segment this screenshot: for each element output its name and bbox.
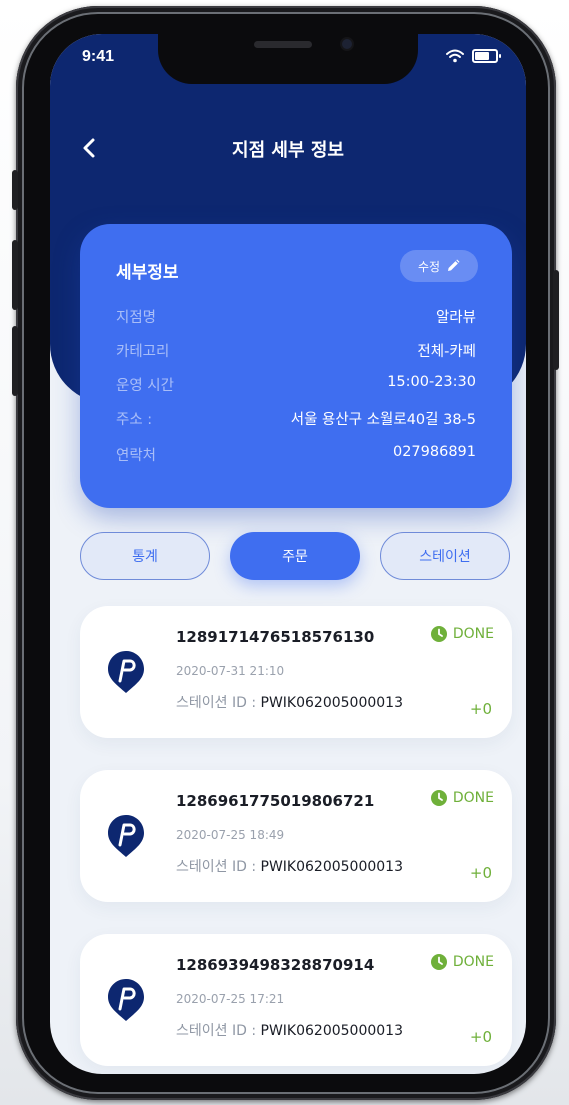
station-id: PWIK062005000013 (260, 1023, 403, 1039)
edit-button-label: 수정 (417, 259, 441, 274)
page-title: 지점 세부 정보 (232, 140, 344, 161)
status-text: DONE (452, 954, 494, 970)
order-status: DONE (430, 626, 494, 642)
station-id: PWIK062005000013 (260, 859, 403, 875)
order-card[interactable]: 1286961775019806721 2020-07-25 18:49 스테이… (80, 770, 512, 902)
segment-tabs: 통계 주문 스테이션 (80, 532, 512, 582)
clock-icon (430, 954, 447, 970)
order-id: 1286939498328870914 (176, 956, 375, 974)
edit-button[interactable]: 수정 (400, 250, 478, 282)
phone-side-button (12, 170, 18, 210)
pencil-icon (448, 259, 460, 271)
order-date: 2020-07-31 21:10 (176, 664, 285, 678)
front-camera (342, 39, 352, 49)
phone-power-button (553, 270, 559, 370)
clock-icon (430, 790, 447, 806)
info-row-category: 카테고리 전체-카페 (116, 340, 476, 361)
tab-orders[interactable]: 주문 (230, 532, 360, 580)
speaker-grille (254, 41, 312, 48)
brand-logo-icon (108, 815, 144, 857)
status-bar-time: 9:41 (82, 48, 115, 65)
tab-label: 주문 (282, 549, 308, 565)
clock-icon (430, 626, 447, 642)
station-label: 스테이션 ID : (176, 1023, 261, 1039)
order-date: 2020-07-25 18:49 (176, 828, 285, 842)
order-points: +0 (469, 1028, 492, 1046)
station-label: 스테이션 ID : (176, 859, 261, 875)
info-card-heading: 세부정보 (116, 263, 179, 283)
info-row-address: 주소 : 서울 용산구 소월로40길 38-5 (116, 408, 476, 429)
order-station: 스테이션 ID : PWIK062005000013 (176, 856, 403, 876)
brand-logo-icon (108, 979, 144, 1021)
branch-info-card: 세부정보 수정 지점명 알라뷰 카테고리 전체-카페 운영 시간 15:00-2… (80, 224, 512, 508)
brand-logo-icon (108, 651, 144, 693)
info-value: 전체-카페 (417, 344, 476, 360)
tab-stations[interactable]: 스테이션 (380, 532, 510, 580)
info-value: 15:00-23:30 (387, 374, 476, 390)
status-bar-icons (446, 49, 501, 63)
info-value: 알라뷰 (435, 310, 476, 326)
order-points: +0 (469, 700, 492, 718)
order-station: 스테이션 ID : PWIK062005000013 (176, 1020, 403, 1040)
order-id: 1289171476518576130 (176, 628, 375, 646)
info-value: 서울 용산구 소월로40길 38-5 (290, 412, 476, 428)
device-notch (158, 34, 418, 84)
order-station: 스테이션 ID : PWIK062005000013 (176, 692, 403, 712)
order-status: DONE (430, 954, 494, 970)
order-status: DONE (430, 790, 494, 806)
info-label: 운영 시간 (116, 378, 174, 394)
phone-volume-down-button (12, 326, 18, 396)
battery-icon (472, 49, 501, 63)
order-id: 1286961775019806721 (176, 792, 375, 810)
order-date: 2020-07-25 17:21 (176, 992, 285, 1006)
order-points: +0 (469, 864, 492, 882)
tab-label: 스테이션 (419, 549, 471, 565)
info-row-contact: 연락처 027986891 (116, 444, 476, 465)
status-text: DONE (452, 790, 494, 806)
tab-label: 통계 (132, 549, 158, 565)
tab-statistics[interactable]: 통계 (80, 532, 210, 580)
app-screen: 9:41 지점 세부 정보 세부정보 수정 지점명 알라뷰 카테고리 전체-카페 (50, 34, 526, 1074)
info-label: 지점명 (116, 310, 157, 326)
info-value: 027986891 (392, 444, 476, 460)
station-label: 스테이션 ID : (176, 695, 261, 711)
order-card[interactable]: 1289171476518576130 2020-07-31 21:10 스테이… (80, 606, 512, 738)
info-label: 카테고리 (116, 344, 170, 360)
info-label: 주소 : (116, 412, 153, 428)
info-label: 연락처 (116, 448, 157, 464)
phone-volume-up-button (12, 240, 18, 310)
wifi-icon (446, 49, 464, 63)
info-row-hours: 운영 시간 15:00-23:30 (116, 374, 476, 395)
order-card[interactable]: 1286939498328870914 2020-07-25 17:21 스테이… (80, 934, 512, 1066)
info-row-branch-name: 지점명 알라뷰 (116, 306, 476, 327)
station-id: PWIK062005000013 (260, 695, 403, 711)
status-text: DONE (452, 626, 494, 642)
